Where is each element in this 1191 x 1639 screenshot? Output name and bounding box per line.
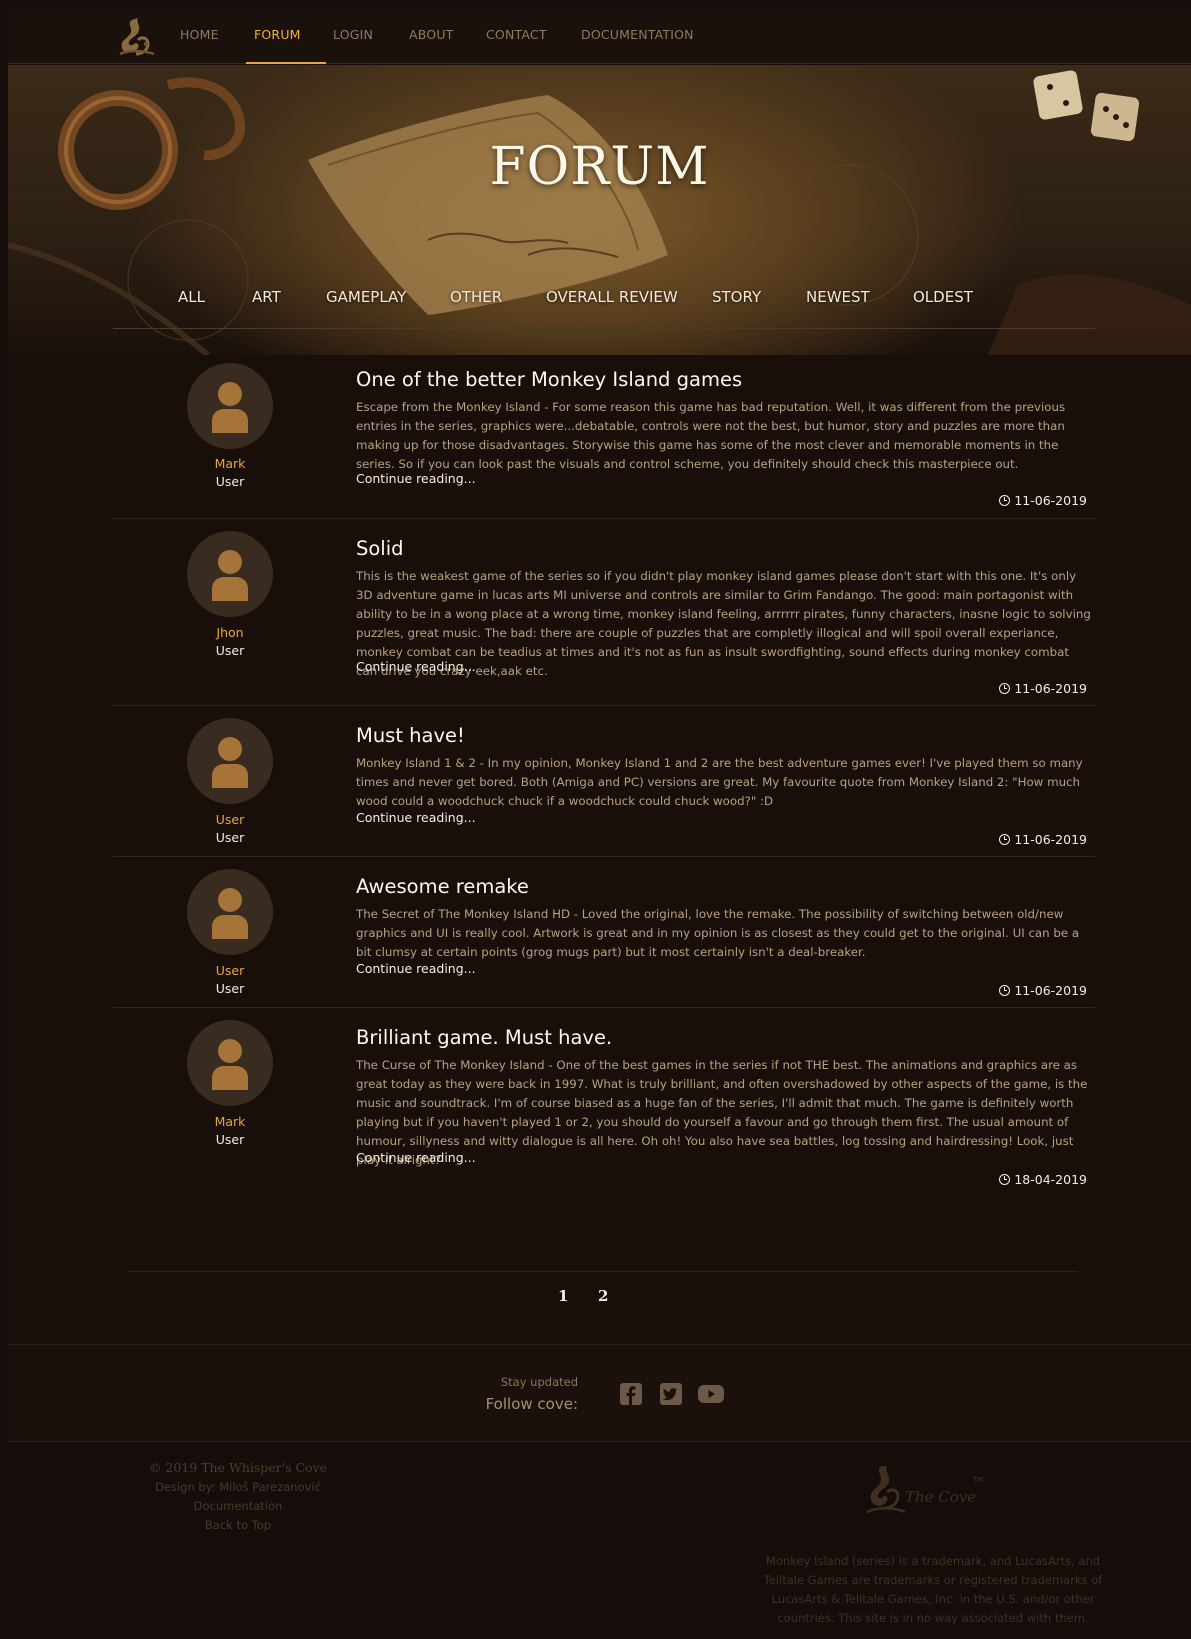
continue-reading-link[interactable]: Continue reading... <box>356 1150 476 1165</box>
cove-logo-text: The Cove <box>905 1488 977 1506</box>
page-link-2[interactable]: 2 <box>598 1287 608 1305</box>
youtube-icon[interactable] <box>698 1383 724 1405</box>
author-role: User <box>215 1132 245 1147</box>
user-avatar-icon <box>212 382 248 433</box>
nav-documentation[interactable]: DOCUMENTATION <box>581 27 694 42</box>
page-title: FORUM <box>489 137 710 197</box>
post-date: 18-04-2019 <box>999 1172 1087 1187</box>
post-date-text: 11-06-2019 <box>1014 983 1087 998</box>
footer: © 2019 The Whisper's Cove Design by: Mil… <box>8 1442 1191 1639</box>
continue-reading-link[interactable]: Continue reading... <box>356 810 476 825</box>
copyright-text: © 2019 The Whisper's Cove <box>148 1460 328 1475</box>
design-credit: Design by: Miloš Parezanović <box>155 1480 321 1494</box>
post-divider <box>113 856 1095 857</box>
avatar[interactable] <box>187 531 273 617</box>
user-avatar-icon <box>212 550 248 601</box>
post-title[interactable]: Must have! <box>356 724 465 747</box>
facebook-icon[interactable] <box>620 1383 642 1405</box>
category-art[interactable]: ART <box>252 288 281 306</box>
nav-forum[interactable]: FORUM <box>254 27 301 42</box>
post-title[interactable]: Solid <box>356 537 404 560</box>
author-role: User <box>215 830 245 845</box>
page: HOME FORUM LOGIN ABOUT CONTACT DOCUMENTA… <box>8 8 1191 1639</box>
category-oldest[interactable]: OLDEST <box>913 288 973 306</box>
continue-reading-link[interactable]: Continue reading... <box>356 471 476 486</box>
post-body: The Secret of The Monkey Island HD - Lov… <box>356 907 1080 959</box>
forum-post: User User Must have! Monkey Island 1 & 2… <box>113 716 1095 856</box>
forum-post: User User Awesome remake The Secret of T… <box>113 867 1095 1007</box>
post-date: 11-06-2019 <box>999 832 1087 847</box>
post-date-text: 18-04-2019 <box>1014 1172 1087 1187</box>
author-role: User <box>215 981 245 996</box>
avatar[interactable] <box>187 363 273 449</box>
category-other[interactable]: OTHER <box>450 288 502 306</box>
post-title[interactable]: Awesome remake <box>356 875 529 898</box>
post-date-text: 11-06-2019 <box>1014 493 1087 508</box>
clock-icon <box>999 1174 1011 1185</box>
hero-banner: FORUM ALL ART GAMEPLAY OTHER OVERALL REV… <box>8 65 1191 355</box>
post-divider <box>113 518 1095 519</box>
post-date: 11-06-2019 <box>999 493 1087 508</box>
cove-logo-icon[interactable] <box>112 14 160 58</box>
forum-post: Mark User One of the better Monkey Islan… <box>113 358 1095 518</box>
trademark-mark: TM <box>973 1476 984 1484</box>
hero-divider <box>113 328 1095 329</box>
documentation-link[interactable]: Documentation <box>138 1499 338 1513</box>
author-role: User <box>215 643 245 658</box>
clock-icon <box>999 834 1011 845</box>
post-title[interactable]: One of the better Monkey Island games <box>356 368 742 391</box>
author-name[interactable]: Mark <box>173 1114 287 1129</box>
author-name[interactable]: User <box>173 963 287 978</box>
post-title[interactable]: Brilliant game. Must have. <box>356 1026 612 1049</box>
category-all[interactable]: ALL <box>178 288 205 306</box>
author-name[interactable]: User <box>173 812 287 827</box>
author-name[interactable]: Mark <box>173 456 287 471</box>
post-date: 11-06-2019 <box>999 983 1087 998</box>
back-to-top-link[interactable]: Back to Top <box>138 1518 338 1532</box>
post-date-text: 11-06-2019 <box>1014 681 1087 696</box>
author-role: User <box>215 474 245 489</box>
avatar[interactable] <box>187 1020 273 1106</box>
pagination-divider <box>128 1271 1078 1272</box>
nav-contact[interactable]: CONTACT <box>486 27 547 42</box>
nav-about[interactable]: ABOUT <box>409 27 454 42</box>
cove-logo-icon <box>866 1466 906 1514</box>
continue-reading-link[interactable]: Continue reading... <box>356 659 476 674</box>
avatar[interactable] <box>187 869 273 955</box>
legal-disclaimer: Monkey Island (series) is a trademark, a… <box>763 1554 1103 1625</box>
forum-post: Mark User Brilliant game. Must have. The… <box>113 1018 1095 1198</box>
social-section: Stay updated Follow cove: <box>8 1344 1191 1442</box>
category-newest[interactable]: NEWEST <box>806 288 870 306</box>
post-date: 11-06-2019 <box>999 681 1087 696</box>
post-date-text: 11-06-2019 <box>1014 832 1087 847</box>
post-divider <box>113 705 1095 706</box>
clock-icon <box>999 985 1011 996</box>
post-body: Monkey Island 1 & 2 - In my opinion, Mon… <box>356 756 1083 808</box>
cove-footer-logo: The Cove TM <box>863 1462 993 1522</box>
user-avatar-icon <box>212 888 248 939</box>
category-overall-review[interactable]: OVERALL REVIEW <box>546 288 678 306</box>
post-divider <box>113 1007 1095 1008</box>
continue-reading-link[interactable]: Continue reading... <box>356 961 476 976</box>
user-avatar-icon <box>212 1039 248 1090</box>
avatar[interactable] <box>187 718 273 804</box>
user-avatar-icon <box>212 737 248 788</box>
hero-background-art <box>8 70 1191 355</box>
category-gameplay[interactable]: GAMEPLAY <box>326 288 406 306</box>
category-story[interactable]: STORY <box>712 288 761 306</box>
author-name[interactable]: Jhon <box>173 625 287 640</box>
follow-label: Follow cove: <box>485 1395 578 1413</box>
page-link-1[interactable]: 1 <box>558 1287 568 1305</box>
forum-post: Jhon User Solid This is the weakest game… <box>113 529 1095 704</box>
clock-icon <box>999 495 1011 506</box>
stay-updated-label: Stay updated <box>500 1375 578 1389</box>
nav-login[interactable]: LOGIN <box>333 27 373 42</box>
top-navigation: HOME FORUM LOGIN ABOUT CONTACT DOCUMENTA… <box>8 8 1191 64</box>
nav-home[interactable]: HOME <box>180 27 219 42</box>
post-body: Escape from the Monkey Island - For some… <box>356 400 1066 471</box>
twitter-icon[interactable] <box>660 1383 682 1405</box>
nav-active-indicator <box>246 62 326 64</box>
clock-icon <box>999 683 1011 694</box>
